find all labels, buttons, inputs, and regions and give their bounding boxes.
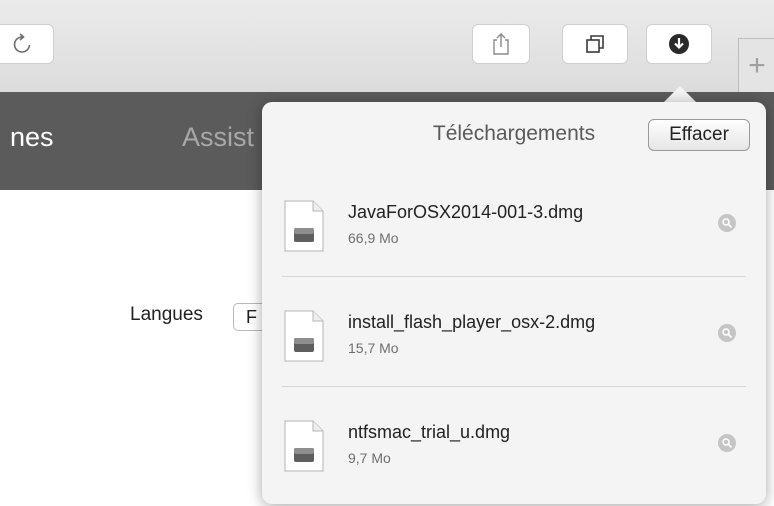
reveal-in-finder-button[interactable] bbox=[718, 324, 736, 342]
divider bbox=[282, 276, 746, 277]
download-item[interactable]: JavaForOSX2014-001-3.dmg 66,9 Mo bbox=[262, 168, 766, 278]
magnifier-icon bbox=[722, 218, 733, 229]
downloads-icon bbox=[669, 34, 689, 54]
downloads-button[interactable] bbox=[646, 24, 712, 64]
magnifier-icon bbox=[722, 328, 733, 339]
new-tab-button[interactable]: + bbox=[738, 38, 774, 92]
reload-icon bbox=[13, 33, 31, 53]
reveal-in-finder-button[interactable] bbox=[718, 434, 736, 452]
file-name: install_flash_player_osx-2.dmg bbox=[348, 312, 596, 332]
popover-arrow bbox=[663, 86, 697, 103]
file-name: ntfsmac_trial_u.dmg bbox=[348, 422, 511, 442]
download-item[interactable]: install_flash_player_osx-2.dmg 15,7 Mo bbox=[262, 278, 766, 388]
dmg-file-icon bbox=[284, 200, 324, 252]
divider bbox=[282, 386, 746, 387]
new-tab-icon: + bbox=[748, 48, 766, 82]
file-size: 9,7 Mo bbox=[348, 450, 391, 466]
file-size: 15,7 Mo bbox=[348, 340, 399, 356]
tabs-icon bbox=[586, 35, 604, 53]
magnifier-icon bbox=[722, 438, 733, 449]
share-icon bbox=[493, 33, 509, 55]
reload-button[interactable] bbox=[0, 24, 54, 64]
download-item[interactable]: ntfsmac_trial_u.dmg 9,7 Mo bbox=[262, 388, 766, 498]
file-size: 66,9 Mo bbox=[348, 230, 399, 246]
dmg-file-icon bbox=[284, 310, 324, 362]
nav-item-assist[interactable]: Assist bbox=[182, 122, 254, 153]
browser-toolbar: + bbox=[0, 0, 774, 93]
language-label: Langues bbox=[130, 304, 203, 325]
reveal-in-finder-button[interactable] bbox=[718, 214, 736, 232]
show-tabs-button[interactable] bbox=[562, 24, 628, 64]
downloads-popover: Téléchargements Effacer JavaForOSX2014-0… bbox=[262, 102, 766, 504]
nav-item-partial[interactable]: nes bbox=[10, 122, 54, 153]
dmg-file-icon bbox=[284, 420, 324, 472]
clear-downloads-button[interactable]: Effacer bbox=[648, 119, 750, 151]
file-name: JavaForOSX2014-001-3.dmg bbox=[348, 202, 584, 222]
share-button[interactable] bbox=[472, 24, 530, 64]
